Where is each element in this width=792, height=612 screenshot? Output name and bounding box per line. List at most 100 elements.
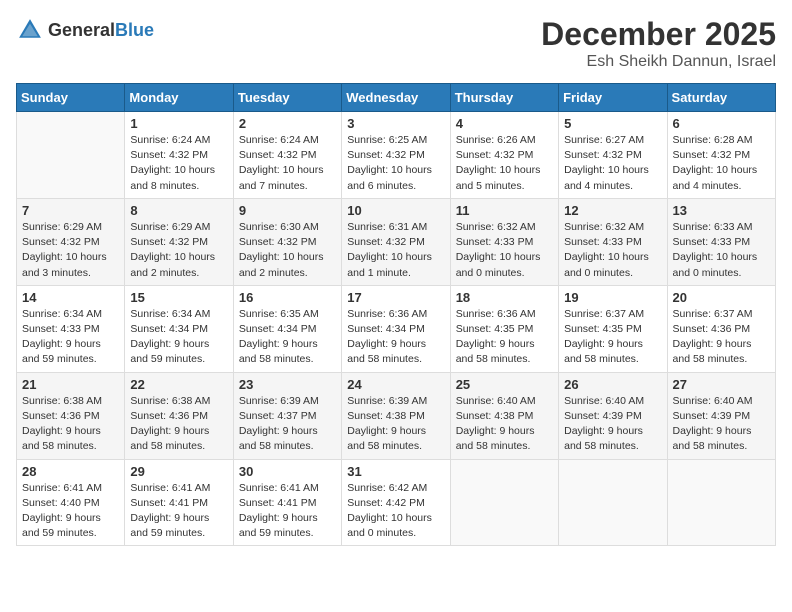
day-number: 8 [130, 203, 227, 218]
day-cell: 11 Sunrise: 6:32 AMSunset: 4:33 PMDayligh… [450, 198, 558, 285]
day-info: Sunrise: 6:24 AMSunset: 4:32 PMDaylight:… [130, 133, 227, 194]
day-info: Sunrise: 6:34 AMSunset: 4:33 PMDaylight:… [22, 307, 119, 368]
day-info: Sunrise: 6:36 AMSunset: 4:34 PMDaylight:… [347, 307, 444, 368]
day-number: 6 [673, 116, 770, 131]
logo-blue: Blue [115, 20, 154, 40]
logo-text: GeneralBlue [48, 20, 154, 41]
generalblue-logo-icon [16, 16, 44, 44]
day-info: Sunrise: 6:24 AMSunset: 4:32 PMDaylight:… [239, 133, 336, 194]
day-number: 22 [130, 377, 227, 392]
day-info: Sunrise: 6:36 AMSunset: 4:35 PMDaylight:… [456, 307, 553, 368]
week-row-3: 14 Sunrise: 6:34 AMSunset: 4:33 PMDayligh… [17, 285, 776, 372]
day-info: Sunrise: 6:38 AMSunset: 4:36 PMDaylight:… [130, 394, 227, 455]
day-cell: 6 Sunrise: 6:28 AMSunset: 4:32 PMDaylight… [667, 112, 775, 199]
logo: GeneralBlue [16, 16, 154, 44]
day-cell: 30 Sunrise: 6:41 AMSunset: 4:41 PMDayligh… [233, 459, 341, 546]
day-number: 3 [347, 116, 444, 131]
day-cell [667, 459, 775, 546]
day-info: Sunrise: 6:37 AMSunset: 4:35 PMDaylight:… [564, 307, 661, 368]
day-cell: 13Sunrise: 6:33 AMSunset: 4:33 PMDayligh… [667, 198, 775, 285]
day-info: Sunrise: 6:41 AMSunset: 4:40 PMDaylight:… [22, 481, 119, 542]
day-cell: 3 Sunrise: 6:25 AMSunset: 4:32 PMDaylight… [342, 112, 450, 199]
day-cell: 18 Sunrise: 6:36 AMSunset: 4:35 PMDayligh… [450, 285, 558, 372]
day-info: Sunrise: 6:32 AMSunset: 4:33 PMDaylight:… [564, 220, 661, 281]
day-cell: 19Sunrise: 6:37 AMSunset: 4:35 PMDayligh… [559, 285, 667, 372]
logo-general: General [48, 20, 115, 40]
day-number: 12 [564, 203, 661, 218]
day-cell [17, 112, 125, 199]
day-number: 1 [130, 116, 227, 131]
day-cell [559, 459, 667, 546]
day-cell: 16 Sunrise: 6:35 AMSunset: 4:34 PMDayligh… [233, 285, 341, 372]
header: GeneralBlue December 2025 Esh Sheikh Dan… [16, 16, 776, 71]
day-info: Sunrise: 6:29 AMSunset: 4:32 PMDaylight:… [130, 220, 227, 281]
day-number: 13 [673, 203, 770, 218]
day-number: 4 [456, 116, 553, 131]
day-info: Sunrise: 6:41 AMSunset: 4:41 PMDaylight:… [239, 481, 336, 542]
day-cell: 4 Sunrise: 6:26 AMSunset: 4:32 PMDaylight… [450, 112, 558, 199]
day-cell: 23Sunrise: 6:39 AMSunset: 4:37 PMDayligh… [233, 372, 341, 459]
location-title: Esh Sheikh Dannun, Israel [541, 53, 776, 71]
day-number: 10 [347, 203, 444, 218]
day-cell: 25Sunrise: 6:40 AMSunset: 4:38 PMDayligh… [450, 372, 558, 459]
day-cell: 14 Sunrise: 6:34 AMSunset: 4:33 PMDayligh… [17, 285, 125, 372]
day-number: 28 [22, 464, 119, 479]
day-number: 17 [347, 290, 444, 305]
day-number: 24 [347, 377, 444, 392]
day-cell: 7Sunrise: 6:29 AMSunset: 4:32 PMDaylight… [17, 198, 125, 285]
calendar: SundayMondayTuesdayWednesdayThursdayFrid… [16, 83, 776, 546]
day-info: Sunrise: 6:37 AMSunset: 4:36 PMDaylight:… [673, 307, 770, 368]
day-info: Sunrise: 6:38 AMSunset: 4:36 PMDaylight:… [22, 394, 119, 455]
day-cell: 31Sunrise: 6:42 AMSunset: 4:42 PMDayligh… [342, 459, 450, 546]
day-info: Sunrise: 6:32 AMSunset: 4:33 PMDaylight:… [456, 220, 553, 281]
day-cell: 21Sunrise: 6:38 AMSunset: 4:36 PMDayligh… [17, 372, 125, 459]
week-row-5: 28 Sunrise: 6:41 AMSunset: 4:40 PMDayligh… [17, 459, 776, 546]
day-number: 20 [673, 290, 770, 305]
week-row-2: 7Sunrise: 6:29 AMSunset: 4:32 PMDaylight… [17, 198, 776, 285]
day-info: Sunrise: 6:28 AMSunset: 4:32 PMDaylight:… [673, 133, 770, 194]
day-cell: 29Sunrise: 6:41 AMSunset: 4:41 PMDayligh… [125, 459, 233, 546]
day-info: Sunrise: 6:41 AMSunset: 4:41 PMDaylight:… [130, 481, 227, 542]
day-number: 31 [347, 464, 444, 479]
day-number: 23 [239, 377, 336, 392]
day-cell: 9Sunrise: 6:30 AMSunset: 4:32 PMDaylight… [233, 198, 341, 285]
day-number: 16 [239, 290, 336, 305]
day-number: 11 [456, 203, 553, 218]
weekday-header-tuesday: Tuesday [233, 84, 341, 112]
day-cell: 12 Sunrise: 6:32 AMSunset: 4:33 PMDayligh… [559, 198, 667, 285]
week-row-1: 1 Sunrise: 6:24 AMSunset: 4:32 PMDaylight… [17, 112, 776, 199]
weekday-header-thursday: Thursday [450, 84, 558, 112]
day-number: 14 [22, 290, 119, 305]
day-number: 30 [239, 464, 336, 479]
day-info: Sunrise: 6:34 AMSunset: 4:34 PMDaylight:… [130, 307, 227, 368]
day-info: Sunrise: 6:39 AMSunset: 4:38 PMDaylight:… [347, 394, 444, 455]
weekday-header-saturday: Saturday [667, 84, 775, 112]
day-cell [450, 459, 558, 546]
title-area: December 2025 Esh Sheikh Dannun, Israel [541, 16, 776, 71]
day-cell: 28 Sunrise: 6:41 AMSunset: 4:40 PMDayligh… [17, 459, 125, 546]
day-cell: 2Sunrise: 6:24 AMSunset: 4:32 PMDaylight… [233, 112, 341, 199]
weekday-header-monday: Monday [125, 84, 233, 112]
day-info: Sunrise: 6:35 AMSunset: 4:34 PMDaylight:… [239, 307, 336, 368]
day-number: 5 [564, 116, 661, 131]
day-info: Sunrise: 6:30 AMSunset: 4:32 PMDaylight:… [239, 220, 336, 281]
day-number: 18 [456, 290, 553, 305]
day-number: 26 [564, 377, 661, 392]
weekday-header-row: SundayMondayTuesdayWednesdayThursdayFrid… [17, 84, 776, 112]
day-info: Sunrise: 6:26 AMSunset: 4:32 PMDaylight:… [456, 133, 553, 194]
day-info: Sunrise: 6:27 AMSunset: 4:32 PMDaylight:… [564, 133, 661, 194]
day-cell: 1 Sunrise: 6:24 AMSunset: 4:32 PMDaylight… [125, 112, 233, 199]
day-cell: 5 Sunrise: 6:27 AMSunset: 4:32 PMDaylight… [559, 112, 667, 199]
day-cell: 22 Sunrise: 6:38 AMSunset: 4:36 PMDayligh… [125, 372, 233, 459]
day-info: Sunrise: 6:29 AMSunset: 4:32 PMDaylight:… [22, 220, 119, 281]
day-cell: 8 Sunrise: 6:29 AMSunset: 4:32 PMDaylight… [125, 198, 233, 285]
day-cell: 17 Sunrise: 6:36 AMSunset: 4:34 PMDayligh… [342, 285, 450, 372]
day-cell: 15Sunrise: 6:34 AMSunset: 4:34 PMDayligh… [125, 285, 233, 372]
day-info: Sunrise: 6:40 AMSunset: 4:38 PMDaylight:… [456, 394, 553, 455]
day-cell: 24 Sunrise: 6:39 AMSunset: 4:38 PMDayligh… [342, 372, 450, 459]
day-info: Sunrise: 6:40 AMSunset: 4:39 PMDaylight:… [673, 394, 770, 455]
day-info: Sunrise: 6:40 AMSunset: 4:39 PMDaylight:… [564, 394, 661, 455]
weekday-header-friday: Friday [559, 84, 667, 112]
day-info: Sunrise: 6:25 AMSunset: 4:32 PMDaylight:… [347, 133, 444, 194]
month-title: December 2025 [541, 16, 776, 53]
